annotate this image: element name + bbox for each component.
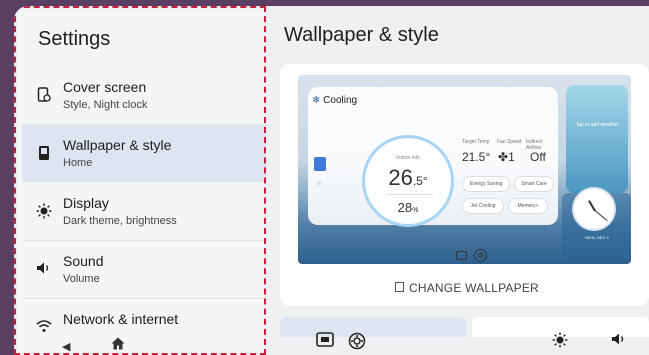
sidebar-item-label: Display [63,195,109,211]
settings-gear-icon[interactable] [348,332,366,350]
cover-screen-icon [36,87,52,105]
weather-widget: Tap to add weather [566,85,628,193]
fan-speed-value: 1 [508,150,515,164]
sidebar-item-network[interactable]: Network & internet [22,299,266,355]
device-frame: Settings Cover screen Style, Night clock… [0,0,649,355]
home-icon[interactable] [111,337,125,354]
smart-care-button: Smart Care [514,176,554,192]
next-card-left [280,317,466,337]
humidity-unit: % [412,207,419,214]
sidebar-item-label: Sound [63,253,104,269]
sidebar-item-sublabel: Style, Night clock [63,99,148,111]
wallpaper-icon [36,145,52,163]
jet-cooling-button: Jet Cooling [462,198,504,214]
page-title: Wallpaper & style [284,24,439,46]
sidebar-item-display[interactable]: Display Dark theme, brightness [22,183,266,240]
snowflake-icon: ❄ [312,95,321,106]
sidebar-title: Settings [38,28,111,50]
wallpaper-card: ♂ Indoor info 26.5° 28% Target Temp 21.5… [280,64,649,306]
wallpaper-preview[interactable]: ♂ Indoor info 26.5° 28% Target Temp 21.5… [298,75,631,264]
humidity-value: 28 [397,200,413,215]
settings-screen: Settings Cover screen Style, Night clock… [14,6,649,355]
speaker-icon [36,261,52,279]
weather-hint: Tap to add weather [575,122,619,128]
brightness-icon[interactable] [551,332,569,350]
fan-icon: ✤ [498,150,509,164]
clock-minute-hand [594,210,608,222]
settings-sidebar: Settings Cover screen Style, Night clock… [18,10,266,353]
temperature-icon: ♂ [316,179,322,188]
wallpaper-small-icon [395,282,404,292]
indoor-temp-int: 26 [388,165,413,190]
humidity: 28% [365,200,451,215]
clock-date: MON, DEC 4 [585,235,609,240]
fan-speed-label: Fan Speed [497,139,522,145]
ring-divider [387,194,433,195]
sidebar-item-sublabel: Dark theme, brightness [63,215,177,227]
sidebar-item-label: Wallpaper & style [63,137,172,153]
home-tab-icon [314,157,326,171]
indoor-ring: Indoor info 26.5° 28% [362,135,454,227]
sidebar-item-label: Network & internet [63,311,179,327]
memory-plus-button: Memory+ [508,198,548,214]
screen-cast-icon[interactable] [316,332,334,350]
volume-icon[interactable] [610,332,628,350]
indoor-temp: 26.5° [365,165,451,191]
indoor-temp-unit: ° [422,174,428,188]
sidebar-item-label: Cover screen [63,79,147,95]
sidebar-item-cover-screen[interactable]: Cover screen Style, Night clock [22,67,266,124]
sidebar-item-sublabel: Volume [63,273,100,285]
sidebar-item-sublabel: Home [63,157,93,169]
change-wallpaper-label: CHANGE WALLPAPER [409,281,539,295]
screen-cast-icon [456,251,467,260]
target-temp-value: 21.5° [462,150,491,164]
sidebar-item-sound[interactable]: Sound Volume [22,241,266,298]
energy-saving-button: Energy Saving [462,176,510,192]
settings-gear-icon: ⚙ [474,249,487,262]
fan-speed: ✤1 [498,150,515,164]
sidebar-item-wallpaper-style[interactable]: Wallpaper & style Home [22,125,266,182]
brightness-icon [36,203,52,221]
back-triangle-icon[interactable]: ◀ [62,340,70,353]
analog-clock [572,187,616,231]
change-wallpaper-button[interactable]: CHANGE WALLPAPER [395,281,539,295]
cooling-mode: ❄ Cooling [312,95,357,106]
wifi-icon [36,319,52,337]
airflow-value: Off [530,150,546,164]
ac-control-panel: ♂ Indoor info 26.5° 28% Target Temp 21.5… [308,87,558,227]
target-temp-label: Target Temp [462,139,490,145]
mode-label: Cooling [323,95,358,106]
indoor-temp-dec: .5 [412,174,423,188]
indoor-label: Indoor info [396,155,420,161]
